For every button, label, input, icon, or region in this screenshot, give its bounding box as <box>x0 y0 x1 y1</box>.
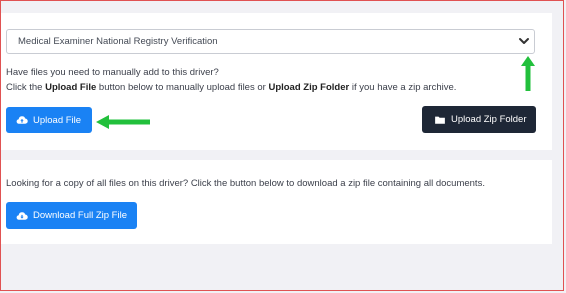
upload-help-bold-upload-file: Upload File <box>45 82 97 93</box>
upload-zip-folder-label: Upload Zip Folder <box>451 114 527 125</box>
document-type-select-value: Medical Examiner National Registry Verif… <box>18 36 218 47</box>
green-arrow-left-icon <box>96 115 150 129</box>
upload-help-line2: Click the Upload File button below to ma… <box>6 82 456 93</box>
folder-icon <box>435 116 445 124</box>
download-full-zip-button[interactable]: Download Full Zip File <box>6 202 137 229</box>
upload-file-button[interactable]: Upload File <box>6 107 92 133</box>
download-full-zip-label: Download Full Zip File <box>33 210 127 221</box>
upload-help-suffix: if you have a zip archive. <box>349 82 457 93</box>
green-arrow-up-icon <box>521 56 535 91</box>
upload-file-label: Upload File <box>33 114 82 126</box>
cloud-upload-icon <box>16 116 28 124</box>
upload-help-bold-upload-zip: Upload Zip Folder <box>268 82 350 93</box>
upload-zip-folder-button[interactable]: Upload Zip Folder <box>422 106 536 133</box>
upload-help-line1: Have files you need to manually add to t… <box>6 67 219 78</box>
chevron-down-icon <box>519 38 529 44</box>
cloud-download-icon <box>16 211 28 220</box>
download-help-text: Looking for a copy of all files on this … <box>6 178 485 189</box>
document-type-select[interactable]: Medical Examiner National Registry Verif… <box>6 29 535 54</box>
upload-help-middle: button below to manually upload files or <box>96 82 269 93</box>
upload-help-prefix: Click the <box>6 82 46 93</box>
